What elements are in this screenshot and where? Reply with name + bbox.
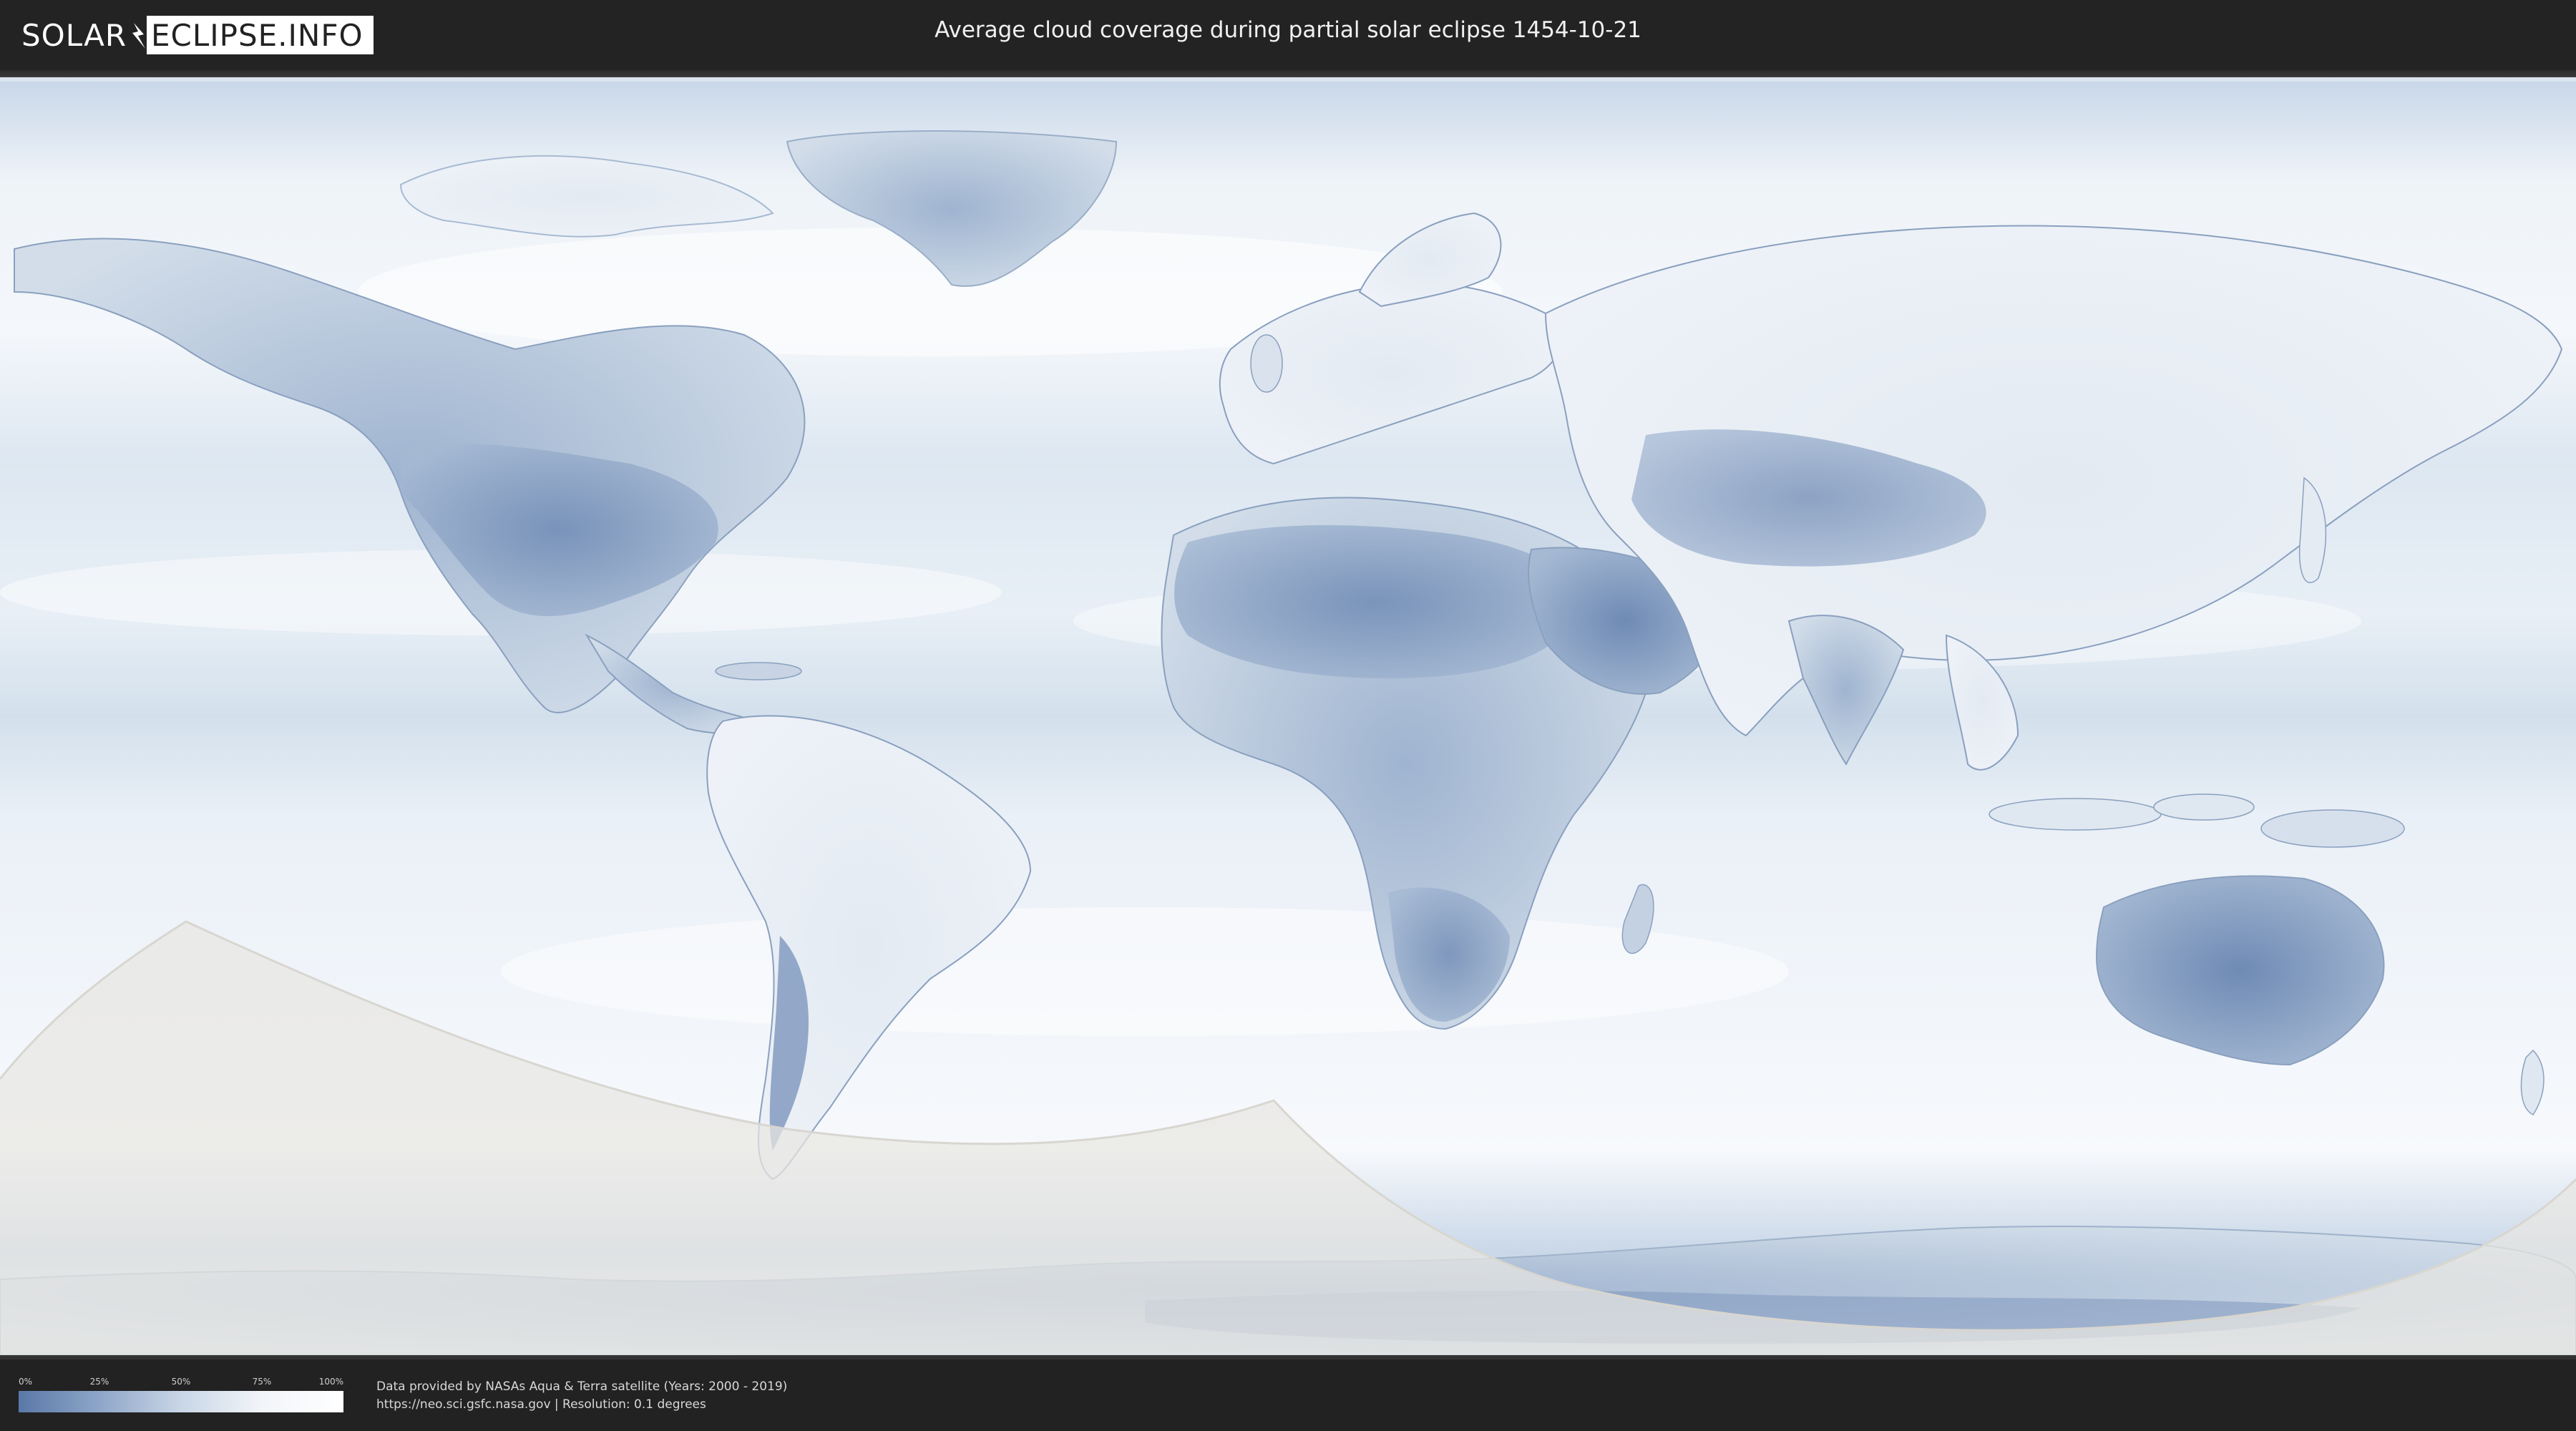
legend-tick-25: 25% [89,1377,109,1387]
world-map-svg [0,77,2576,1355]
header-bar: SOLAR ECLIPSE.INFO Average cloud coverag… [0,0,2576,70]
footer-bar: 0% 25% 50% 75% 100% Data provided by NAS… [0,1355,2576,1431]
legend-ticks: 0% 25% 50% 75% 100% [19,1377,343,1390]
legend-color-bar [19,1391,343,1412]
map-top-edge [0,77,2576,82]
legend-tick-50: 50% [171,1377,191,1387]
indonesia [1989,798,2162,831]
data-source: Data provided by NASAs Aqua & Terra sate… [376,1378,787,1414]
legend-tick-75: 75% [252,1377,272,1387]
cloud-coverage-legend: 0% 25% 50% 75% 100% [19,1377,343,1420]
header-divider [0,70,2576,77]
legend-tick-0: 0% [19,1377,33,1387]
caribbean-islands [715,662,802,680]
borneo-sulawesi [2153,793,2255,821]
new-guinea [2260,809,2405,848]
cloud-band [501,907,1789,1036]
page-title: Average cloud coverage during partial so… [935,17,1641,43]
footer-divider [0,1355,2576,1359]
data-source-line-2[interactable]: https://neo.sci.gsfc.nasa.gov | Resoluti… [376,1396,787,1414]
data-source-line-1: Data provided by NASAs Aqua & Terra sate… [376,1379,788,1394]
legend-tick-100: 100% [318,1377,343,1387]
british-isles [1250,334,1283,393]
cloud-coverage-map[interactable] [0,77,2576,1355]
